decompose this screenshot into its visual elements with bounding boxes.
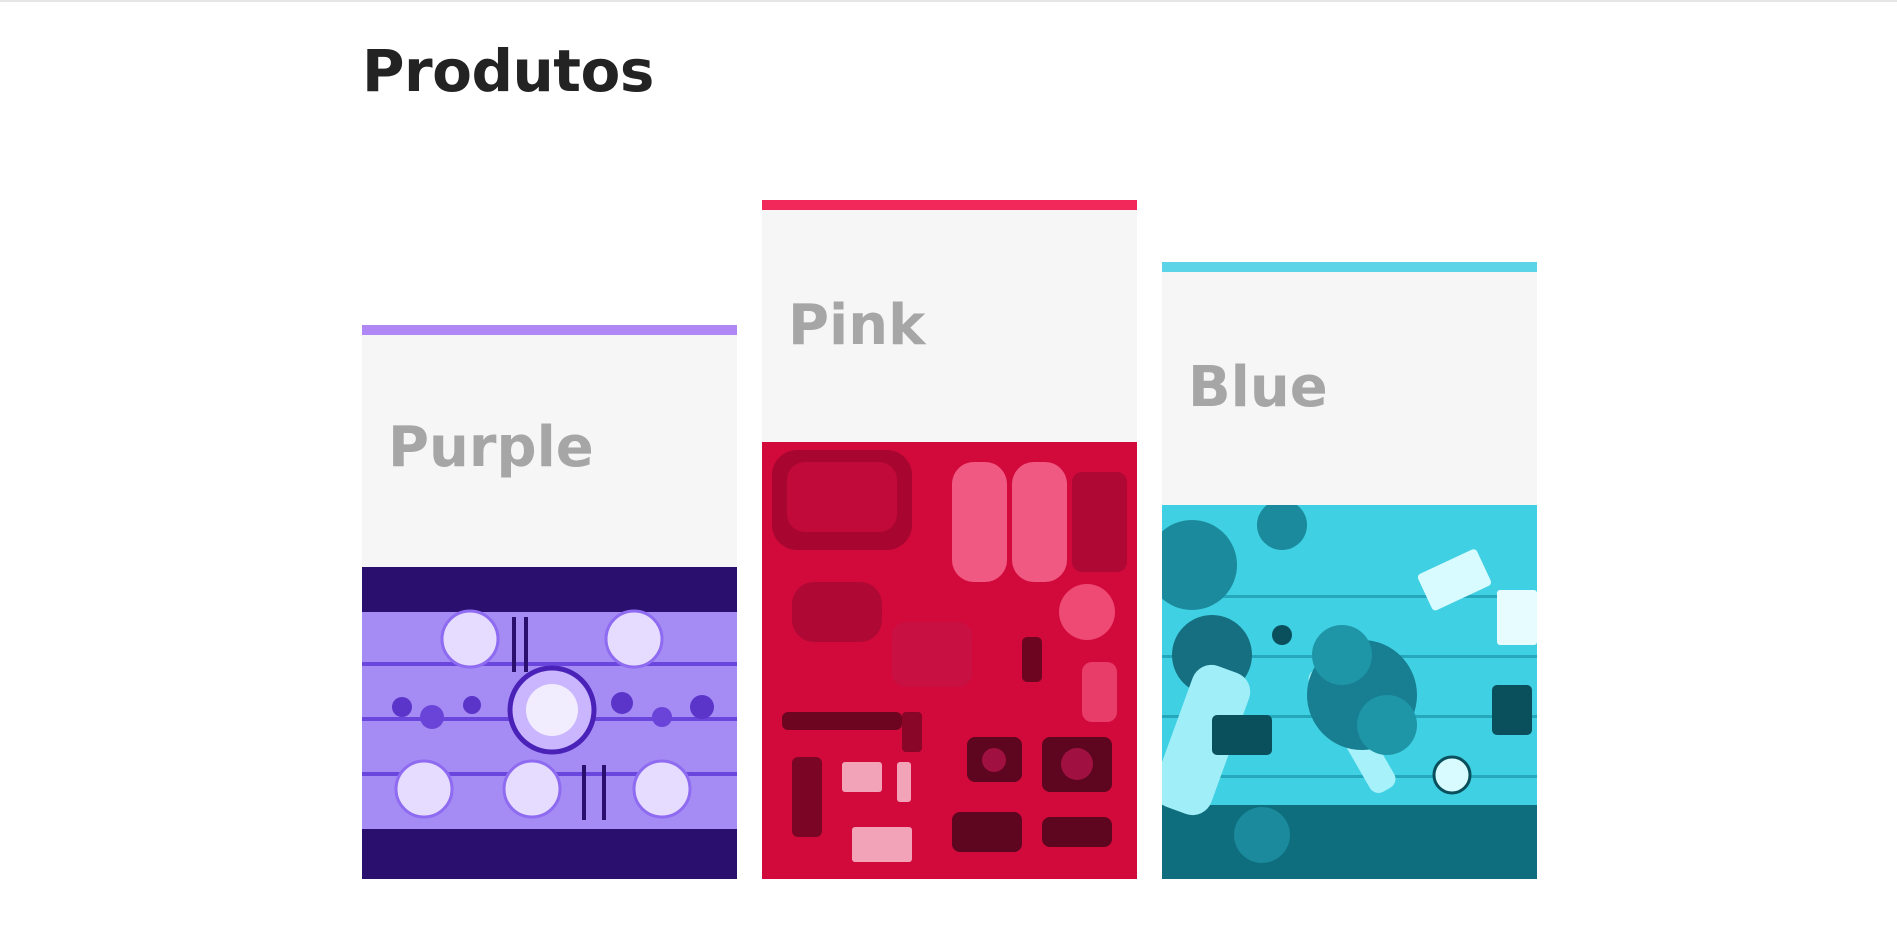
product-card-blue[interactable]: Blue: [1162, 262, 1537, 879]
dining-table-image: [362, 567, 737, 879]
workspace-flowers-image: [1162, 505, 1537, 879]
card-label: Purple: [388, 415, 594, 480]
accent-bar: [762, 200, 1137, 210]
page-title: Produtos: [362, 37, 654, 105]
product-card-purple[interactable]: Purple: [362, 325, 737, 879]
product-card-pink[interactable]: Pink: [762, 200, 1137, 879]
top-divider: [0, 0, 1897, 2]
travel-gear-photo: [762, 442, 1137, 879]
accent-bar: [362, 325, 737, 335]
travel-gear-image: [762, 442, 1137, 879]
accent-bar: [1162, 262, 1537, 272]
dining-table-photo: [362, 567, 737, 879]
card-label: Pink: [788, 293, 926, 358]
workspace-flowers-photo: [1162, 505, 1537, 879]
card-label: Blue: [1188, 355, 1328, 420]
